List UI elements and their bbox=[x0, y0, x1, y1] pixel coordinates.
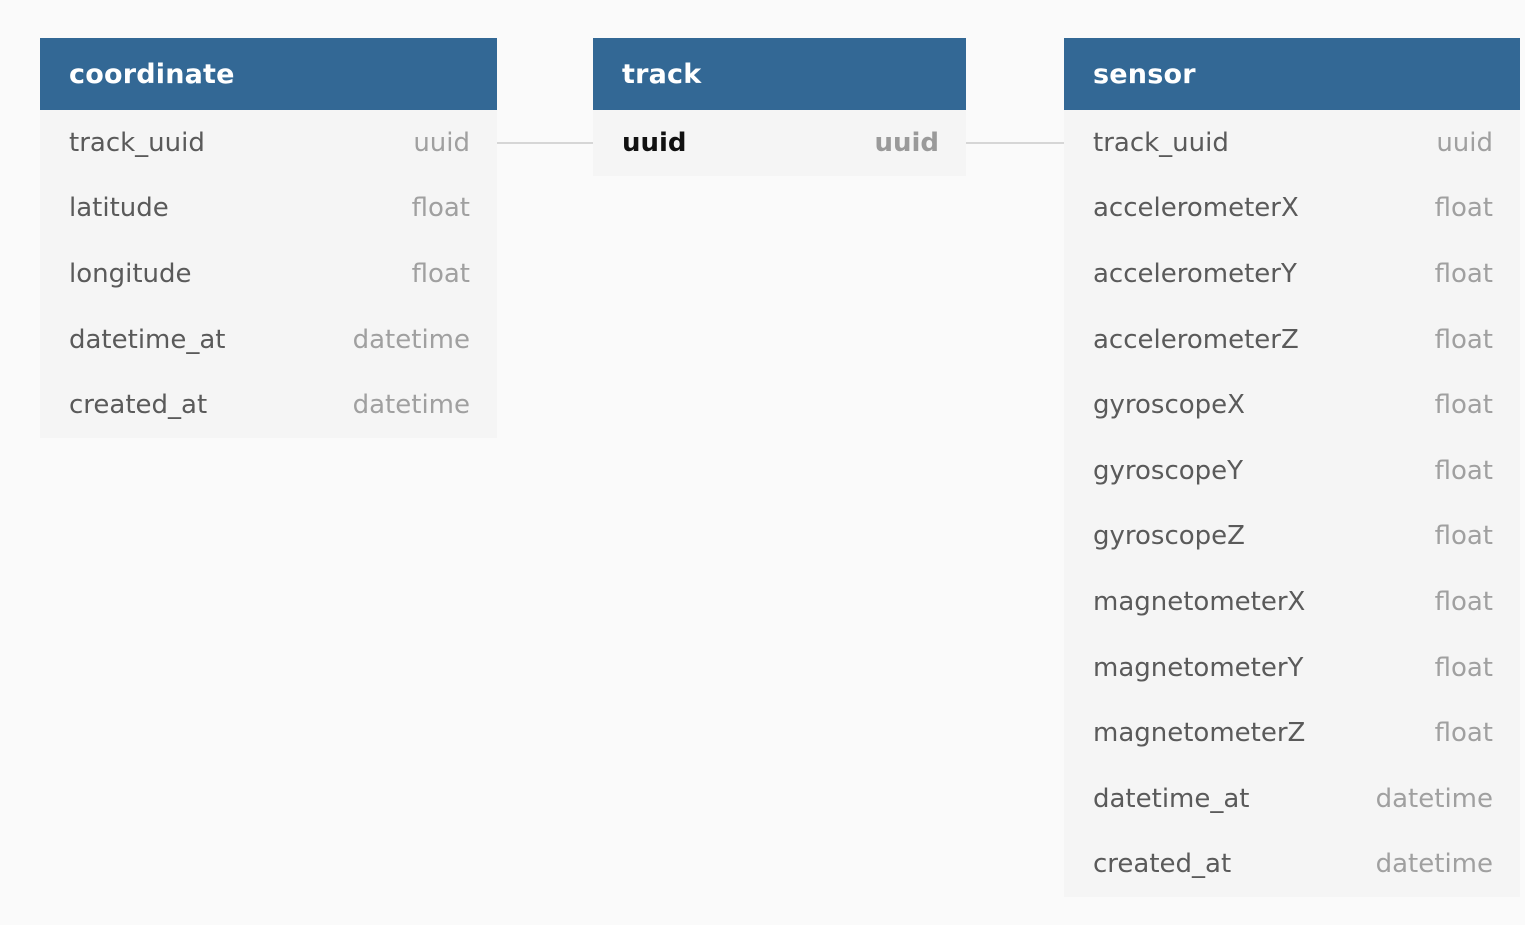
table-fields: track_uuid uuid accelerometerX float acceler… bbox=[1064, 110, 1520, 897]
relation-coordinate-track bbox=[497, 142, 593, 144]
table-track[interactable]: track uuid uuid bbox=[593, 38, 966, 176]
field-row-magnetometerx[interactable]: magnetometerX float bbox=[1064, 569, 1520, 635]
table-name: coordinate bbox=[69, 58, 235, 90]
field-name: magnetometerX bbox=[1093, 586, 1306, 617]
table-header[interactable]: coordinate bbox=[40, 38, 497, 110]
field-name: magnetometerY bbox=[1093, 652, 1304, 683]
field-type: datetime bbox=[1375, 783, 1493, 814]
field-name: magnetometerZ bbox=[1093, 718, 1306, 749]
field-type: float bbox=[1434, 521, 1493, 552]
table-header[interactable]: track bbox=[593, 38, 966, 110]
field-row-accelerometerz[interactable]: accelerometerZ float bbox=[1064, 307, 1520, 373]
field-type: float bbox=[1434, 652, 1493, 683]
field-type: float bbox=[1434, 193, 1493, 224]
table-name: track bbox=[622, 58, 702, 90]
field-name: created_at bbox=[69, 390, 208, 421]
field-name: gyroscopeZ bbox=[1093, 521, 1245, 552]
field-name: gyroscopeX bbox=[1093, 390, 1245, 421]
field-type: float bbox=[411, 258, 470, 289]
table-name: sensor bbox=[1093, 58, 1196, 90]
field-row-track-uuid[interactable]: track_uuid uuid bbox=[40, 110, 497, 176]
field-row-uuid[interactable]: uuid uuid bbox=[593, 110, 966, 176]
table-header[interactable]: sensor bbox=[1064, 38, 1520, 110]
field-row-created-at[interactable]: created_at datetime bbox=[1064, 832, 1520, 898]
field-type: float bbox=[1434, 390, 1493, 421]
field-name: datetime_at bbox=[1093, 783, 1250, 814]
relation-track-sensor bbox=[966, 142, 1064, 144]
field-type: float bbox=[1434, 455, 1493, 486]
field-type: uuid bbox=[1436, 127, 1493, 158]
field-row-magnetometery[interactable]: magnetometerY float bbox=[1064, 635, 1520, 701]
table-sensor[interactable]: sensor track_uuid uuid accelerometerX float… bbox=[1064, 38, 1520, 898]
table-fields: track_uuid uuid latitude float longitude floa… bbox=[40, 110, 497, 438]
field-row-gyroscopex[interactable]: gyroscopeX float bbox=[1064, 372, 1520, 438]
field-row-gyroscopey[interactable]: gyroscopeY float bbox=[1064, 438, 1520, 504]
field-type: datetime bbox=[352, 390, 470, 421]
field-type: float bbox=[1434, 258, 1493, 289]
field-row-accelerometery[interactable]: accelerometerY float bbox=[1064, 241, 1520, 307]
field-type: float bbox=[1434, 324, 1493, 355]
er-diagram: coordinate track_uuid uuid latitude float lo… bbox=[0, 0, 1525, 925]
field-type: datetime bbox=[352, 324, 470, 355]
field-row-accelerometerx[interactable]: accelerometerX float bbox=[1064, 176, 1520, 242]
field-row-magnetometerz[interactable]: magnetometerZ float bbox=[1064, 700, 1520, 766]
field-name: accelerometerZ bbox=[1093, 324, 1299, 355]
field-name: track_uuid bbox=[1093, 127, 1229, 158]
table-coordinate[interactable]: coordinate track_uuid uuid latitude float lo… bbox=[40, 38, 497, 438]
field-type: float bbox=[1434, 718, 1493, 749]
field-type: uuid bbox=[413, 127, 470, 158]
field-name: accelerometerY bbox=[1093, 258, 1297, 289]
field-name: accelerometerX bbox=[1093, 193, 1299, 224]
field-name: gyroscopeY bbox=[1093, 455, 1244, 486]
field-name: uuid bbox=[622, 127, 687, 158]
field-row-latitude[interactable]: latitude float bbox=[40, 176, 497, 242]
field-name: latitude bbox=[69, 193, 169, 224]
field-row-created-at[interactable]: created_at datetime bbox=[40, 372, 497, 438]
field-row-datetime-at[interactable]: datetime_at datetime bbox=[1064, 766, 1520, 832]
field-row-datetime-at[interactable]: datetime_at datetime bbox=[40, 307, 497, 373]
field-type: float bbox=[411, 193, 470, 224]
field-name: track_uuid bbox=[69, 127, 205, 158]
field-name: datetime_at bbox=[69, 324, 226, 355]
field-name: longitude bbox=[69, 258, 192, 289]
field-type: float bbox=[1434, 586, 1493, 617]
field-name: created_at bbox=[1093, 849, 1232, 880]
field-row-track-uuid[interactable]: track_uuid uuid bbox=[1064, 110, 1520, 176]
field-type: datetime bbox=[1375, 849, 1493, 880]
field-row-gyroscopez[interactable]: gyroscopeZ float bbox=[1064, 504, 1520, 570]
field-type: uuid bbox=[874, 127, 939, 158]
table-fields: uuid uuid bbox=[593, 110, 966, 176]
field-row-longitude[interactable]: longitude float bbox=[40, 241, 497, 307]
